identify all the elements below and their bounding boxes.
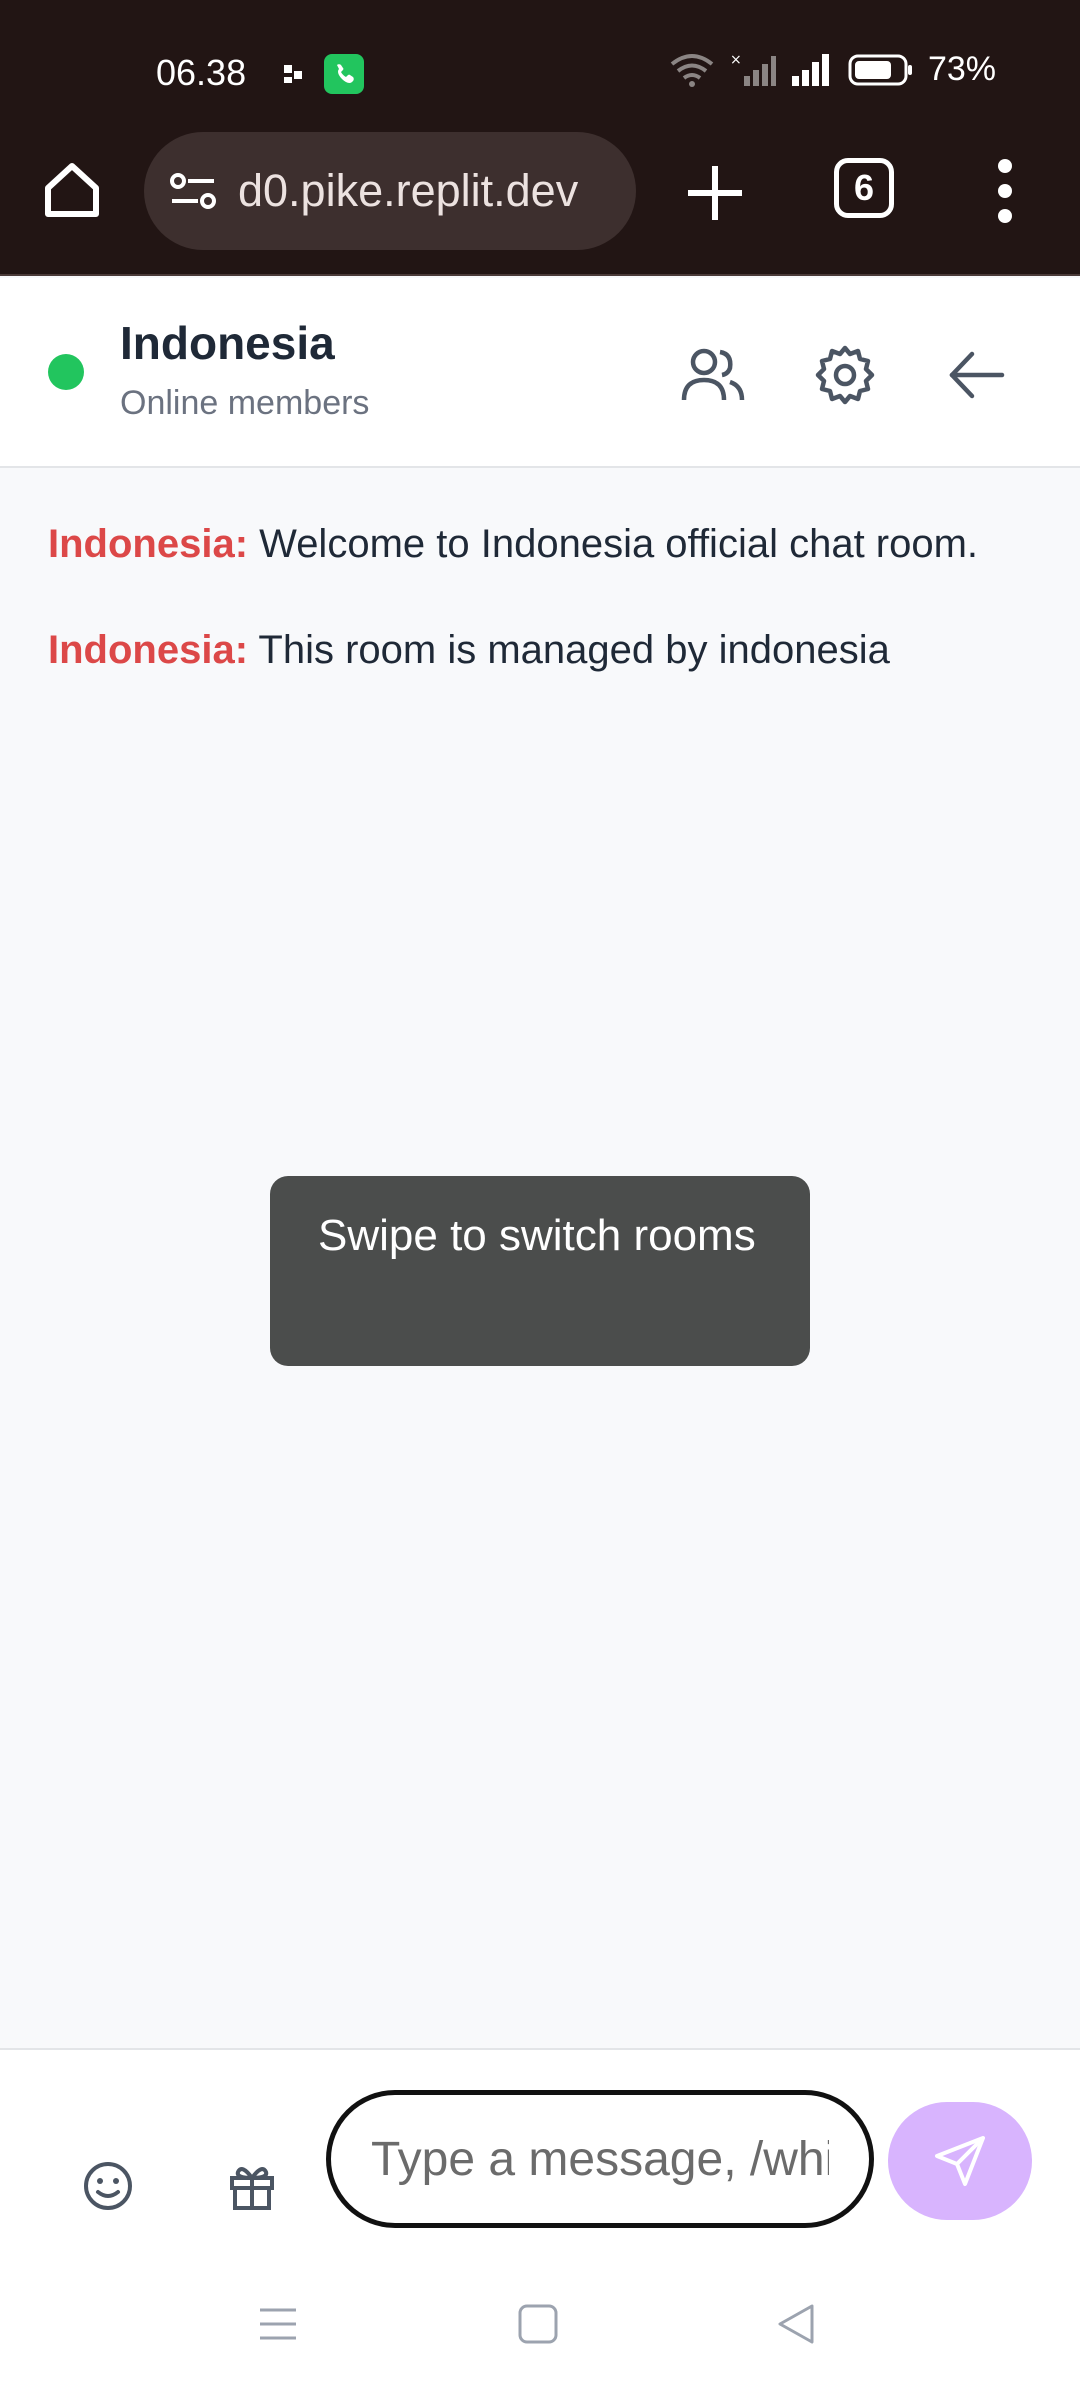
room-subtitle: Online members [120, 384, 370, 422]
message-text: Welcome to Indonesia official chat room. [259, 522, 979, 566]
no-signal-icon: × [730, 52, 776, 86]
home-nav-icon[interactable] [516, 2302, 560, 2346]
home-icon[interactable] [40, 158, 104, 222]
status-bar: 06.38 × 73% [0, 0, 1080, 130]
more-menu-icon[interactable] [990, 156, 1020, 226]
gift-icon[interactable] [224, 2158, 280, 2214]
chat-message: Indonesia: Welcome to Indonesia official… [48, 522, 978, 567]
message-input[interactable] [326, 2090, 874, 2228]
message-text: This room is managed by indonesia [258, 628, 890, 672]
wifi-icon [670, 53, 714, 87]
site-settings-icon[interactable] [168, 171, 218, 211]
status-right-icons: × 73% [668, 50, 996, 89]
battery-percent: 73% [927, 50, 996, 88]
chat-message: Indonesia: This room is managed by indon… [48, 628, 890, 673]
members-icon[interactable] [680, 342, 746, 408]
room-title: Indonesia [120, 317, 335, 369]
battery-icon [848, 54, 912, 85]
status-time: 06.38 [156, 52, 247, 93]
signal-icon [791, 53, 829, 86]
phone-call-icon [324, 54, 364, 94]
emoji-icon[interactable] [80, 2158, 136, 2214]
svg-text:×: × [730, 52, 742, 68]
system-nav-bar [0, 2248, 1080, 2400]
online-status-dot [48, 354, 84, 390]
send-button[interactable] [888, 2102, 1032, 2220]
new-tab-icon[interactable] [680, 158, 750, 228]
room-header: Indonesia Online members [0, 278, 1080, 468]
back-nav-icon[interactable] [774, 2302, 818, 2346]
url-bar[interactable]: d0.pike.replit.dev [144, 132, 636, 250]
message-sender[interactable]: Indonesia: [48, 522, 248, 566]
recent-apps-icon[interactable] [256, 2302, 300, 2346]
browser-toolbar: d0.pike.replit.dev 6 [0, 130, 1080, 276]
message-sender[interactable]: Indonesia: [48, 628, 248, 672]
toast-notification: Swipe to switch rooms [270, 1176, 810, 1366]
message-composer [0, 2048, 1080, 2248]
url-text: d0.pike.replit.dev [238, 165, 579, 216]
status-left-icons [282, 54, 364, 94]
tab-switcher-button[interactable]: 6 [834, 158, 894, 218]
back-arrow-icon[interactable] [944, 342, 1010, 408]
send-icon [935, 2136, 985, 2186]
settings-gear-icon[interactable] [812, 342, 878, 408]
notification-dot-icon [284, 65, 302, 83]
